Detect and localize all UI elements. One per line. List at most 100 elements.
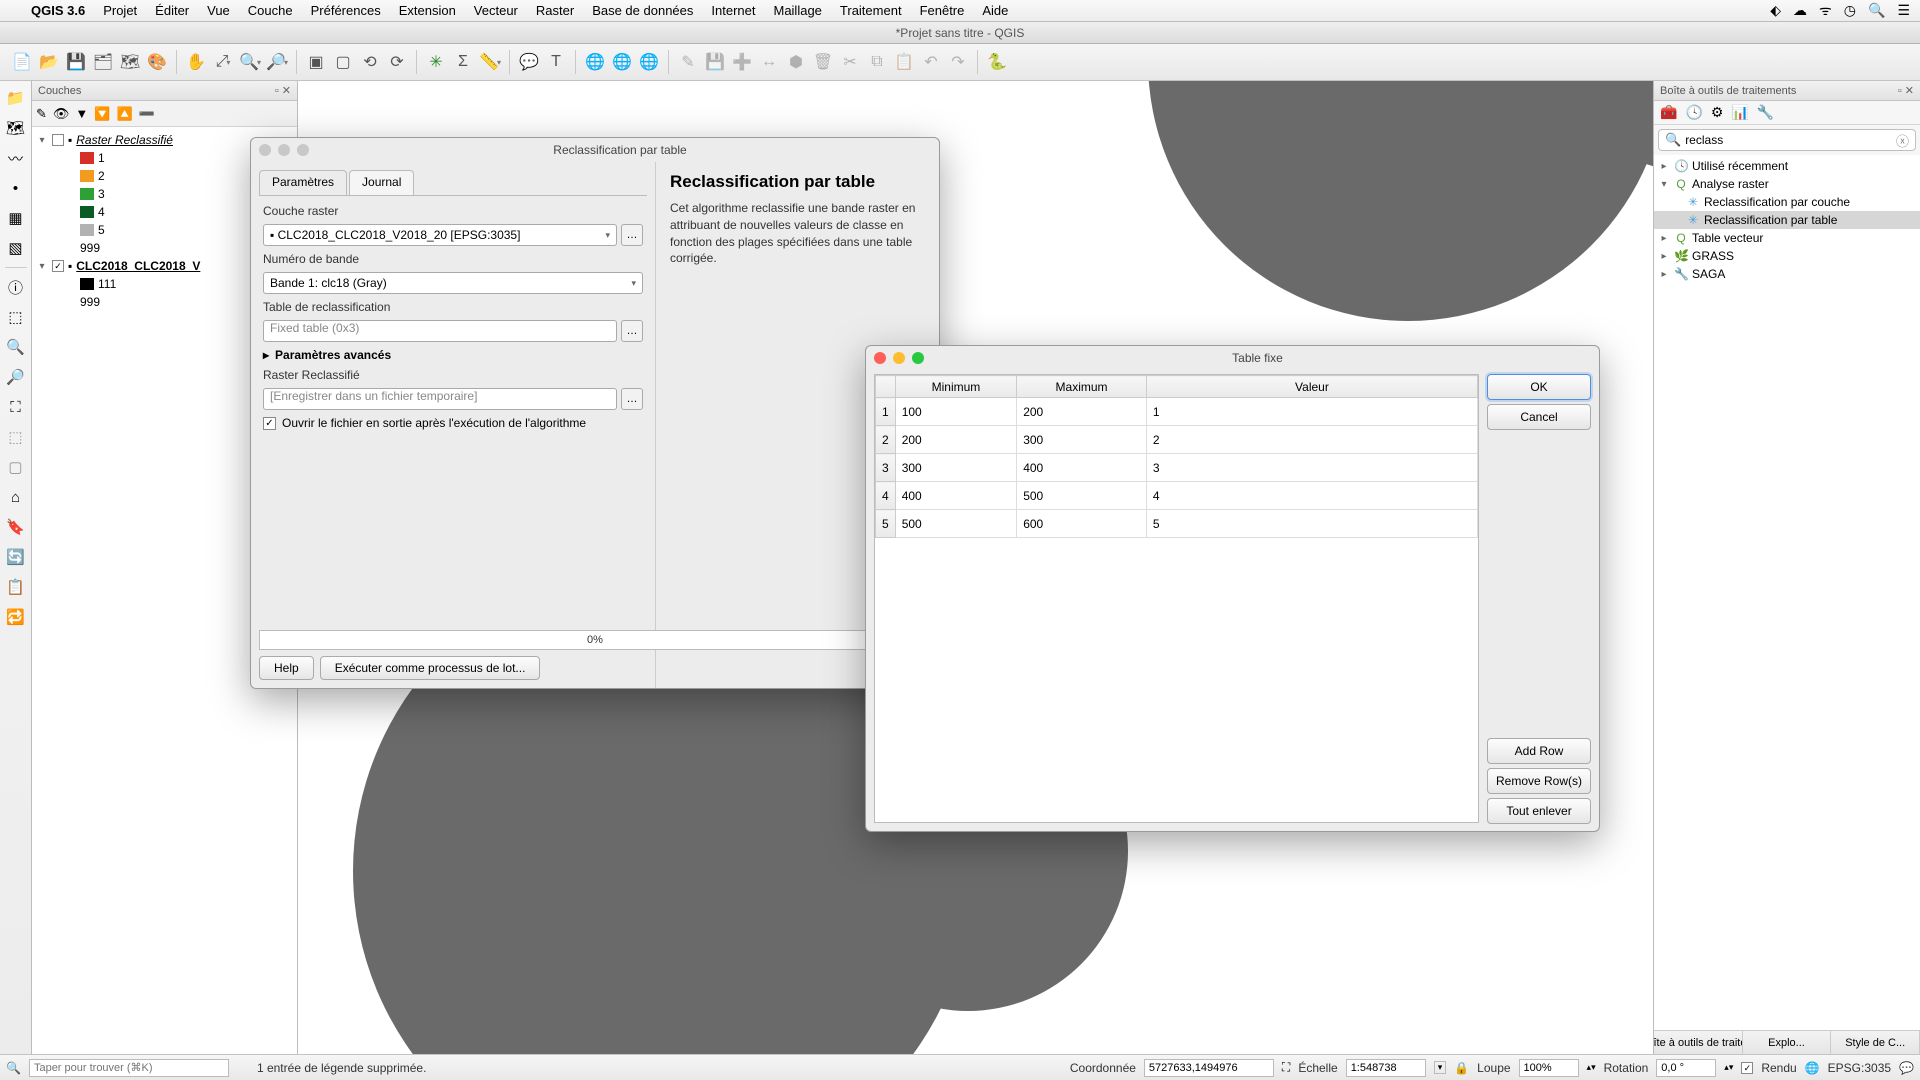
clear-search-icon[interactable]: ⓧ bbox=[1896, 131, 1909, 150]
clear-all-button[interactable]: Tout enlever bbox=[1487, 798, 1591, 824]
paste-icon[interactable]: 📋 bbox=[892, 50, 916, 74]
remove-layer-icon[interactable]: ➖ bbox=[139, 106, 155, 122]
crs-label[interactable]: EPSG:3035 bbox=[1828, 1061, 1891, 1075]
render-checkbox[interactable]: ✓ bbox=[1741, 1062, 1753, 1074]
text-annotation-icon[interactable]: T bbox=[544, 50, 568, 74]
clock-icon[interactable]: ◷ bbox=[1844, 2, 1856, 19]
add-row-button[interactable]: Add Row bbox=[1487, 738, 1591, 764]
table-row[interactable]: 11002001 bbox=[876, 398, 1478, 426]
menubar-item[interactable]: Raster bbox=[527, 3, 583, 18]
measure-icon[interactable]: 📏 bbox=[478, 50, 502, 74]
panel-tab[interactable]: Style de C... bbox=[1831, 1031, 1920, 1054]
rotation-value[interactable] bbox=[1656, 1059, 1716, 1077]
zoom-in2-icon[interactable]: 🔍 bbox=[3, 334, 29, 360]
zoom-full2-icon[interactable]: ⛶ bbox=[3, 394, 29, 420]
decorations-icon[interactable]: 🔁 bbox=[3, 604, 29, 630]
panel-tab[interactable]: Explo... bbox=[1743, 1031, 1832, 1054]
menubar-item[interactable]: Vecteur bbox=[465, 3, 527, 18]
magnifier-value[interactable] bbox=[1519, 1059, 1579, 1077]
layout-icon[interactable]: 🗺 bbox=[118, 50, 142, 74]
remove-row-button[interactable]: Remove Row(s) bbox=[1487, 768, 1591, 794]
layer-visibility-checkbox[interactable] bbox=[52, 134, 64, 146]
expander-icon[interactable]: ▾ bbox=[36, 261, 48, 272]
row-number[interactable]: 4 bbox=[876, 482, 896, 510]
zoom-layer2-icon[interactable]: ▢ bbox=[3, 454, 29, 480]
save-as-icon[interactable]: 🗂 bbox=[91, 50, 115, 74]
cell-min[interactable]: 400 bbox=[895, 482, 1017, 510]
layer-visibility-checkbox[interactable]: ✓ bbox=[52, 260, 64, 272]
col-min[interactable]: Minimum bbox=[895, 376, 1017, 398]
processing-tree[interactable]: ▸🕓Utilisé récemment ▾QAnalyse raster ✳Re… bbox=[1654, 155, 1920, 1030]
metasearch-icon[interactable]: 🌐 bbox=[583, 50, 607, 74]
expander-icon[interactable]: ▾ bbox=[36, 135, 48, 146]
zoom-last-icon[interactable]: ⟲ bbox=[358, 50, 382, 74]
history-icon[interactable]: 🕓 bbox=[1685, 104, 1702, 121]
cancel-button[interactable]: Cancel bbox=[1487, 404, 1591, 430]
zoom-sel-icon[interactable]: ⬚ bbox=[3, 424, 29, 450]
processing-search-input[interactable] bbox=[1685, 133, 1896, 147]
col-max[interactable]: Maximum bbox=[1017, 376, 1147, 398]
raster-layer-browse-button[interactable]: … bbox=[621, 224, 643, 246]
cell-min[interactable]: 500 bbox=[895, 510, 1017, 538]
add-vector-icon[interactable]: 🗺 bbox=[3, 115, 29, 141]
crs-icon[interactable]: 🌐 bbox=[1805, 1061, 1820, 1075]
menubar-item[interactable]: Extension bbox=[390, 3, 465, 18]
menubar-item[interactable]: Base de données bbox=[583, 3, 702, 18]
extents-icon[interactable]: ⛶ bbox=[1282, 1060, 1290, 1075]
table-row[interactable]: 22003002 bbox=[876, 426, 1478, 454]
layer-name[interactable]: CLC2018_CLC2018_V bbox=[76, 259, 200, 273]
move-feature-icon[interactable]: ↔ bbox=[757, 50, 781, 74]
tree-item-label[interactable]: SAGA bbox=[1692, 267, 1725, 281]
add-line-icon[interactable]: 〰 bbox=[3, 145, 29, 171]
locator-search[interactable] bbox=[29, 1059, 229, 1077]
zoom-layer-icon[interactable]: ▢ bbox=[331, 50, 355, 74]
menubar-item[interactable]: Maillage bbox=[764, 3, 830, 18]
menubar-app[interactable]: QGIS 3.6 bbox=[22, 3, 94, 18]
show-layers-icon[interactable]: 📋 bbox=[3, 574, 29, 600]
results-icon[interactable]: 📊 bbox=[1731, 104, 1748, 121]
zoom-native-icon[interactable]: ⌂ bbox=[3, 484, 29, 510]
cell-max[interactable]: 200 bbox=[1017, 398, 1147, 426]
advanced-params-toggle[interactable]: ▸Paramètres avancés bbox=[263, 348, 643, 362]
menubar-item[interactable]: Fenêtre bbox=[911, 3, 974, 18]
add-mesh-icon[interactable]: ▧ bbox=[3, 235, 29, 261]
menubar-item[interactable]: Aide bbox=[973, 3, 1017, 18]
collapse-icon[interactable]: 🔼 bbox=[116, 106, 132, 122]
cell-max[interactable]: 500 bbox=[1017, 482, 1147, 510]
tab-parameters[interactable]: Paramètres bbox=[259, 170, 347, 195]
scale-dropdown-icon[interactable]: ▾ bbox=[1434, 1061, 1447, 1074]
expander-icon[interactable]: ▸ bbox=[1658, 269, 1670, 280]
menubar-item[interactable]: Projet bbox=[94, 3, 146, 18]
menubar-item[interactable]: Internet bbox=[702, 3, 764, 18]
help-button[interactable]: Help bbox=[259, 656, 314, 680]
zoom-full-icon[interactable]: ▣ bbox=[304, 50, 328, 74]
row-number[interactable]: 3 bbox=[876, 454, 896, 482]
tree-item-label[interactable]: Table vecteur bbox=[1692, 231, 1763, 245]
reclass-table-field[interactable]: Fixed table (0x3) bbox=[263, 320, 617, 342]
cell-max[interactable]: 600 bbox=[1017, 510, 1147, 538]
cell-max[interactable]: 400 bbox=[1017, 454, 1147, 482]
bookmark-icon[interactable]: 🔖 bbox=[3, 514, 29, 540]
output-field[interactable]: [Enregistrer dans un fichier temporaire] bbox=[263, 388, 617, 410]
cell-min[interactable]: 200 bbox=[895, 426, 1017, 454]
save-edits-icon[interactable]: 💾 bbox=[703, 50, 727, 74]
raster-layer-combo[interactable]: ▪ CLC2018_CLC2018_V2018_20 [EPSG:3035] bbox=[263, 224, 617, 246]
save-project-icon[interactable]: 💾 bbox=[64, 50, 88, 74]
dock-buttons[interactable]: ▫ ✕ bbox=[275, 84, 291, 97]
select-icon[interactable]: ⬚ bbox=[3, 304, 29, 330]
add-feature-icon[interactable]: ➕ bbox=[730, 50, 754, 74]
tips-icon[interactable]: 💬 bbox=[517, 50, 541, 74]
cut-icon[interactable]: ✂ bbox=[838, 50, 862, 74]
expander-icon[interactable]: ▸ bbox=[1658, 161, 1670, 172]
col-value[interactable]: Valeur bbox=[1146, 376, 1477, 398]
open-vector-icon[interactable]: 📁 bbox=[3, 85, 29, 111]
layer-styling-icon[interactable]: ✎ bbox=[36, 106, 47, 122]
fixed-table-grid[interactable]: Minimum Maximum Valeur 11002001 22003002… bbox=[874, 374, 1479, 823]
style-manager-icon[interactable]: 🎨 bbox=[145, 50, 169, 74]
table-row[interactable]: 44005004 bbox=[876, 482, 1478, 510]
expander-icon[interactable]: ▾ bbox=[1658, 179, 1670, 190]
tree-item-label[interactable]: Analyse raster bbox=[1692, 177, 1769, 191]
window-controls[interactable] bbox=[259, 144, 309, 156]
refresh-icon[interactable]: 🔄 bbox=[3, 544, 29, 570]
tab-log[interactable]: Journal bbox=[349, 170, 414, 195]
